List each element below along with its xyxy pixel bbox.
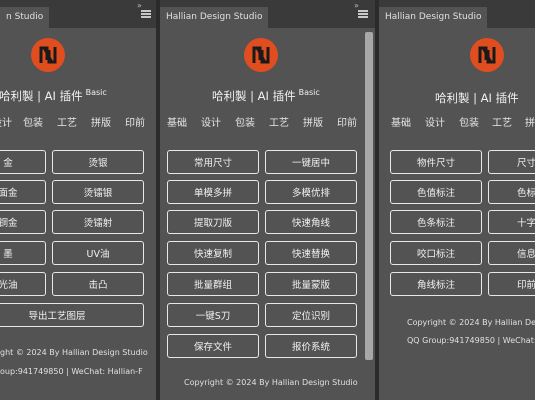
btn-crosshair[interactable]: 十字 (488, 210, 535, 234)
panel-menu-icon[interactable] (141, 10, 151, 18)
plugin-title: 哈利製 | AI 插件 (435, 91, 519, 105)
nav-craft[interactable]: 工艺 (492, 114, 512, 129)
btn-quick-cropmarks[interactable]: 快速角线 (265, 210, 357, 234)
btn-batch-mask[interactable]: 批量蒙版 (265, 272, 357, 296)
btn-info[interactable]: 信息 (488, 241, 535, 265)
btn-face-gold[interactable]: 面金 (0, 180, 46, 204)
btn-quick-copy[interactable]: 快速复制 (167, 241, 259, 265)
btn-color-bar-annotate[interactable]: 色条标注 (390, 210, 482, 234)
edition-badge: Basic (298, 88, 320, 97)
btn-object-size[interactable]: 物件尺寸 (390, 150, 482, 174)
btn-gloss-varnish[interactable]: 光油 (0, 272, 46, 296)
nav-design[interactable]: 设计 (201, 114, 221, 129)
nav-craft[interactable]: 工艺 (57, 114, 77, 129)
plugin-title: 哈利製 | AI 插件 Basic (0, 88, 107, 104)
btn-one-click-center[interactable]: 一键居中 (265, 150, 357, 174)
contact-text: QQ Group:941749850 | WeChat: H (407, 336, 535, 345)
nav-craft[interactable]: 工艺 (269, 114, 289, 129)
copyright-text: Copyright © 2024 By Hallian Design Studi… (184, 378, 358, 387)
plugin-title: 哈利製 | AI 插件 Basic (212, 88, 320, 104)
btn-silver-foil[interactable]: 烫银 (52, 150, 144, 174)
btn-export-craft-layers[interactable]: 导出工艺图层 (0, 303, 144, 327)
btn-cropmark-annotate[interactable]: 角线标注 (390, 272, 482, 296)
btn-emboss[interactable]: 击凸 (52, 272, 144, 296)
panel-1-tab[interactable]: n Studio (0, 7, 50, 28)
btn-one-click-s-knife[interactable]: 一键S刀 (167, 303, 259, 327)
btn-color-value-annotate[interactable]: 色值标注 (390, 180, 482, 204)
panel-menu-icon[interactable] (358, 10, 368, 18)
panel-3-tabstrip: Hallian Design Studio (379, 0, 535, 28)
plugin-title-text: 哈利製 | AI 插件 (0, 89, 83, 103)
btn-batch-group[interactable]: 批量群组 (167, 272, 259, 296)
btn-color-mark[interactable]: 色标 (488, 180, 535, 204)
btn-uv-varnish[interactable]: UV油 (52, 241, 144, 265)
panel-2-tab[interactable]: Hallian Design Studio (160, 7, 269, 28)
nav-packaging[interactable]: 包装 (23, 114, 43, 129)
copyright-text: ght © 2024 By Hallian Design Studio (0, 348, 148, 357)
btn-quick-replace[interactable]: 快速替换 (265, 241, 357, 265)
btn-gripper-annotate[interactable]: 咬口标注 (390, 241, 482, 265)
panel-2: » Hallian Design Studio 哈利製 | AI 插件 Basic… (160, 0, 375, 400)
panel-1: » n Studio 哈利製 | AI 插件Basic 设计 包装 工艺 拼版 … (0, 0, 156, 400)
panel-2-tabstrip: » Hallian Design Studio (160, 0, 375, 28)
brand-logo-icon (31, 38, 65, 72)
nav-packaging[interactable]: 包装 (235, 114, 255, 129)
nav-basic[interactable]: 基础 (167, 114, 187, 129)
btn-prepress[interactable]: 印前 (488, 272, 535, 296)
nav-imposition[interactable]: 拼版 (303, 114, 323, 129)
scrollbar[interactable] (363, 30, 375, 398)
panel-3-tab[interactable]: Hallian Design Studio (379, 7, 488, 28)
nav-imposition[interactable]: 拼版 (91, 114, 111, 129)
nav-design[interactable]: 设计 (425, 114, 445, 129)
btn-save-file[interactable]: 保存文件 (167, 334, 259, 358)
btn-registration-marks[interactable]: 定位识别 (265, 303, 357, 327)
nav-prepress[interactable]: 印前 (125, 114, 145, 129)
btn-extract-dieline[interactable]: 提取刀版 (167, 210, 259, 234)
panel-1-tabstrip: » n Studio (0, 0, 156, 28)
btn-multi-mold-optimize[interactable]: 多模优排 (265, 180, 357, 204)
nav-design[interactable]: 设计 (0, 114, 12, 129)
btn-gold-foil[interactable]: 金 (0, 150, 46, 174)
plugin-title-text: 哈利製 | AI 插件 (212, 89, 296, 103)
nav-imposition[interactable]: 拼版 (525, 114, 535, 129)
nav-basic[interactable]: 基础 (391, 114, 411, 129)
brand-logo-icon (470, 38, 504, 72)
btn-laser-silver[interactable]: 烫镭银 (52, 180, 144, 204)
btn-copper-gold[interactable]: 铜金 (0, 210, 46, 234)
scrollbar-thumb[interactable] (365, 32, 373, 360)
btn-laser[interactable]: 烫镭射 (52, 210, 144, 234)
btn-quote-system[interactable]: 报价系统 (265, 334, 357, 358)
nav-packaging[interactable]: 包装 (459, 114, 479, 129)
contact-text: oup:941749850 | WeChat: Hallian-F (0, 367, 143, 376)
btn-single-mold-multi[interactable]: 单模多拼 (167, 180, 259, 204)
panel-3: Hallian Design Studio 哈利製 | AI 插件 基础 设计 … (379, 0, 535, 400)
btn-ink[interactable]: 墨 (0, 241, 46, 265)
edition-badge: Basic (85, 88, 107, 97)
copyright-text: Copyright © 2024 By Hallian Design (407, 318, 535, 327)
btn-common-sizes[interactable]: 常用尺寸 (167, 150, 259, 174)
brand-logo-icon (244, 38, 278, 72)
collapse-icon[interactable]: » (354, 1, 359, 10)
btn-size-annotate[interactable]: 尺寸 (488, 150, 535, 174)
collapse-icon[interactable]: » (137, 1, 142, 10)
nav-prepress[interactable]: 印前 (337, 114, 357, 129)
